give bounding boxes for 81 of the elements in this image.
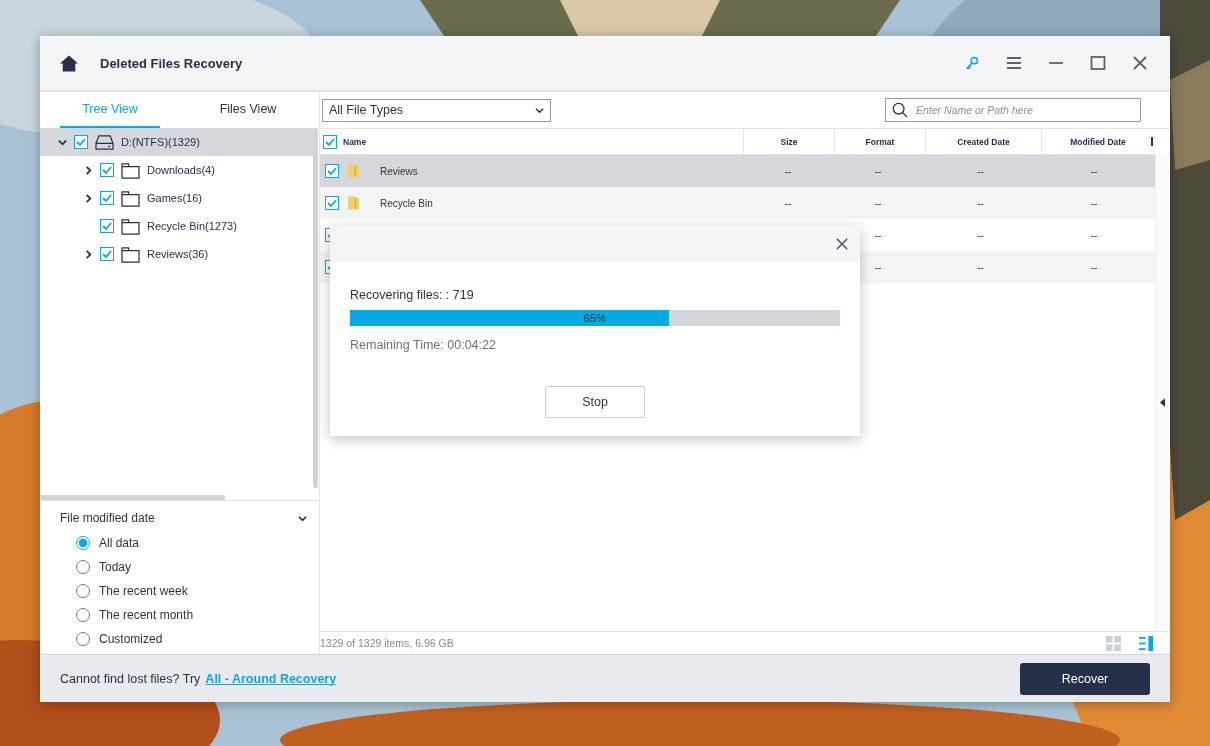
filter-title: File modified date [60, 511, 155, 525]
table-cell: -- [1090, 229, 1098, 241]
checkbox[interactable] [100, 163, 114, 177]
table-cell: -- [977, 165, 984, 177]
radio-option[interactable]: Today [60, 555, 307, 579]
column-header[interactable]: Size [780, 136, 798, 147]
column-header[interactable]: Created Date [957, 136, 1010, 147]
menu-icon[interactable] [1006, 56, 1022, 70]
column-header[interactable]: Format [865, 136, 895, 147]
table-cell: -- [784, 165, 792, 177]
column-header[interactable]: Name [343, 136, 367, 147]
table-cell: -- [977, 197, 984, 209]
checkbox[interactable] [100, 247, 114, 261]
table-cell: -- [1090, 261, 1098, 273]
tree-item[interactable]: Downloads(4) [40, 156, 319, 184]
checkbox[interactable] [325, 164, 339, 178]
checkbox[interactable] [323, 134, 337, 149]
tree-label: Games(16) [147, 192, 203, 204]
grid-view-icon[interactable] [1106, 635, 1121, 651]
hint-text: Cannot find lost files? Try [60, 671, 201, 686]
table-cell: -- [977, 261, 984, 273]
caret-icon[interactable] [58, 137, 67, 147]
checkbox[interactable] [74, 135, 88, 149]
checkbox[interactable] [100, 191, 114, 205]
stop-button[interactable]: Stop [545, 386, 645, 418]
file-name: Reviews [380, 165, 418, 177]
scrollbar[interactable] [40, 495, 225, 500]
key-icon[interactable] [964, 56, 980, 70]
radio-option[interactable]: The recent week [60, 579, 307, 603]
file-type-dropdown[interactable]: All File Types [322, 98, 551, 122]
tree-item[interactable]: D:(NTFS)(1329) [40, 128, 313, 156]
folder-icon [121, 245, 140, 263]
checkbox[interactable] [325, 196, 339, 210]
checkbox[interactable] [100, 219, 114, 233]
tree-label: Downloads(4) [147, 164, 215, 176]
window-title: Deleted Files Recovery [100, 55, 243, 71]
status-text: 1329 of 1329 items, 6.96 GB [320, 637, 454, 649]
radio-option[interactable]: Customized [60, 627, 307, 651]
collapse-icon[interactable] [1159, 398, 1165, 407]
table-cell: -- [874, 165, 882, 177]
caret-icon[interactable] [84, 165, 93, 175]
search-field[interactable]: Enter Name or Path here [885, 98, 1141, 122]
maximize-icon[interactable] [1090, 56, 1106, 70]
progress-message: Recovering files: : 719 [350, 288, 475, 302]
folder-icon [121, 189, 140, 207]
remaining-time: Remaining Time: 00:04:22 [350, 338, 497, 352]
tree-label: D:(NTFS)(1329) [121, 136, 200, 148]
table-cell: -- [874, 261, 882, 273]
recover-button[interactable]: Recover [1020, 662, 1150, 695]
file-name: Recycle Bin [380, 197, 433, 209]
table-cell: -- [977, 229, 984, 241]
column-header[interactable]: Modified Date [1070, 136, 1126, 147]
list-view-icon[interactable] [1139, 635, 1154, 651]
progress-percent: 65% [583, 312, 607, 324]
caret-icon[interactable] [84, 249, 93, 259]
search-icon [892, 102, 908, 118]
tree-item[interactable]: Reviews(36) [40, 240, 319, 268]
close-icon[interactable] [836, 238, 848, 250]
drive-icon [95, 133, 114, 151]
tree-item[interactable]: Games(16) [40, 184, 319, 212]
chevron-icon[interactable] [298, 514, 307, 522]
tree-item[interactable]: Recycle Bin(1273) [40, 212, 319, 240]
chevron-icon[interactable] [535, 106, 544, 114]
close-icon[interactable] [1132, 56, 1148, 70]
radio-option[interactable]: The recent month [60, 603, 307, 627]
folder-icon [121, 217, 140, 235]
tree-label: Recycle Bin(1273) [147, 220, 237, 232]
tree-label: Reviews(36) [147, 248, 209, 260]
table-cell: -- [874, 197, 882, 209]
folder-icon [347, 195, 360, 211]
caret-icon[interactable] [84, 193, 93, 203]
view-tab[interactable]: Files View [198, 92, 298, 128]
table-cell: -- [1090, 197, 1098, 209]
table-cell: -- [784, 197, 792, 209]
home-icon[interactable] [60, 54, 78, 72]
radio-option[interactable]: All data [60, 531, 307, 555]
folder-icon [121, 161, 140, 179]
folder-icon [347, 163, 360, 179]
table-cell: -- [1090, 165, 1098, 177]
scrollbar[interactable] [313, 128, 318, 488]
table-cell: -- [874, 229, 882, 241]
